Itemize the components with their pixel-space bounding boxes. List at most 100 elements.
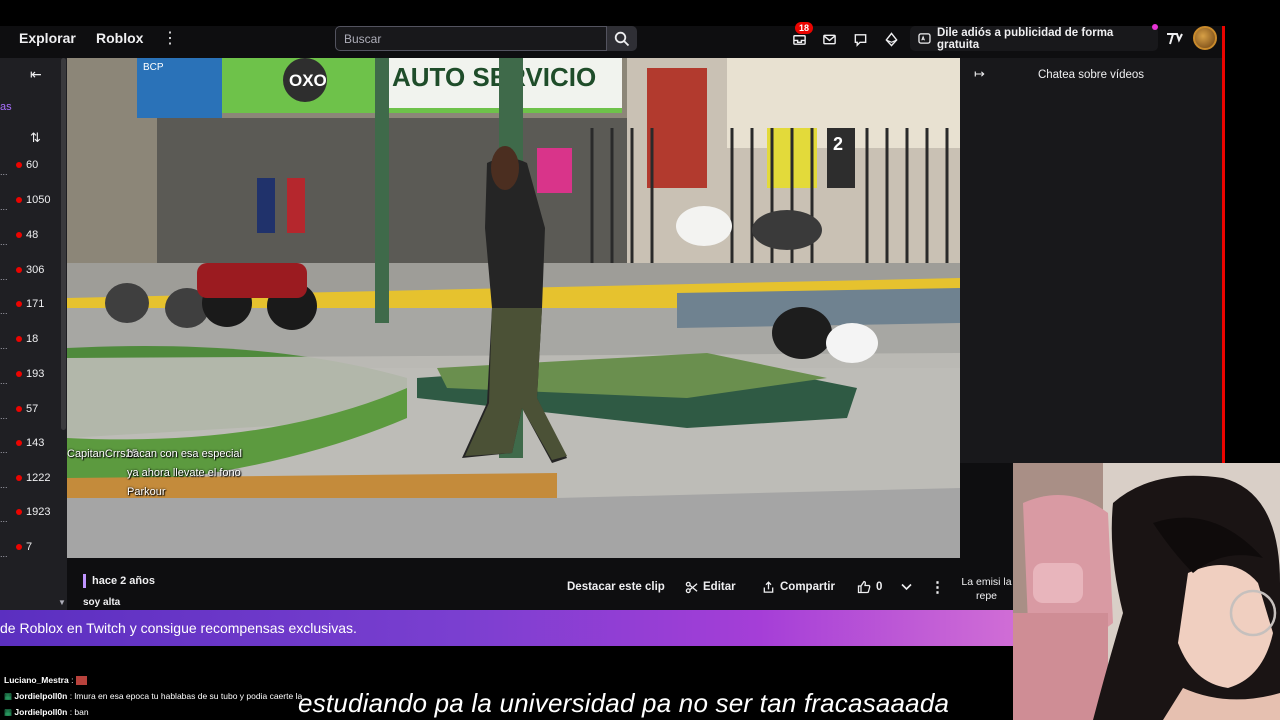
search-icon: [614, 31, 630, 46]
viewer-count: 60: [26, 159, 39, 171]
live-dot-icon: [16, 162, 22, 168]
video-chat-panel: ↦ Chatea sobre vídeos: [960, 58, 1222, 463]
promo-banner[interactable]: de Roblox en Twitch y consigue recompens…: [0, 610, 1013, 646]
chat-text: : lmura en esa epoca tu hablabas de su t…: [69, 691, 303, 701]
sidebar-partial-text: as: [0, 101, 12, 113]
chat-text: : ban: [69, 707, 89, 717]
chat-bubble-button[interactable]: [849, 28, 871, 50]
chat-bubble-icon: [854, 33, 866, 47]
chat-text: :: [71, 675, 74, 685]
mod-badge-icon: ▦: [4, 707, 13, 717]
thumbs-up-icon: [857, 580, 871, 594]
viewer-count: 143: [26, 437, 45, 449]
whispers-button[interactable]: [818, 28, 840, 50]
edit-label: Editar: [703, 581, 736, 593]
new-dot: [1152, 24, 1158, 30]
sort-icon[interactable]: ⇅: [30, 130, 41, 146]
webcam-image: [1013, 463, 1280, 720]
chat-username: Jordielpoll0n: [14, 707, 68, 717]
ad-free-button[interactable]: Dile adiós a publicidad de forma gratuit…: [910, 26, 1158, 51]
edit-button[interactable]: Editar: [679, 573, 742, 601]
live-dot-icon: [16, 440, 22, 446]
live-dot-icon: [16, 509, 22, 515]
channel-item[interactable]: ... 193: [0, 368, 44, 386]
mail-icon: [822, 34, 836, 44]
channel-item[interactable]: ... 1050: [0, 194, 51, 212]
mod-badge-icon: ▦: [4, 691, 13, 701]
channel-item[interactable]: ... 1923: [0, 506, 51, 524]
clip-info-bar: hace 2 años soy alta Destacar este clip …: [67, 558, 960, 610]
viewer-count: 1923: [26, 506, 51, 518]
viewer-count: 306: [26, 264, 45, 276]
live-dot-icon: [16, 301, 22, 307]
webcam-overlay: [1013, 463, 1280, 720]
live-dot-icon: [16, 232, 22, 238]
video-player[interactable]: BCP OXO AUTO SERVICIO 2 CapitanCrrs25 ba…: [67, 58, 960, 558]
nav-roblox[interactable]: Roblox: [96, 30, 143, 46]
live-dot-icon: [16, 406, 22, 412]
live-dot-icon: [16, 267, 22, 273]
channel-item[interactable]: ... 18: [0, 333, 39, 351]
channel-item[interactable]: ... 60: [0, 159, 39, 177]
channel-item[interactable]: ... 57: [0, 403, 39, 421]
viewer-count: 18: [26, 333, 39, 345]
right-gap: [1225, 26, 1280, 463]
overlay-chat-message: bacan con esa especial: [127, 448, 242, 460]
clip-title: soy alta: [83, 597, 121, 608]
nav-explorar[interactable]: Explorar: [19, 30, 76, 46]
like-button[interactable]: 0: [851, 573, 888, 601]
stream-overlay-bottom: Luciano_Mestra : ▦ Jordielpoll0n : lmura…: [0, 646, 1013, 720]
like-count: 0: [876, 581, 883, 593]
more-options-button[interactable]: ⋮: [924, 573, 951, 601]
followed-channels-sidebar: as ⇤ ⇅ ... 60 ... 1050 ... 48 ... 306 ... 171…: [0, 58, 67, 610]
overlay-chat-line: Luciano_Mestra :: [4, 675, 87, 686]
viewer-count: 57: [26, 403, 39, 415]
feature-clip-button[interactable]: Destacar este clip: [561, 573, 671, 601]
clip-age: hace 2 años: [92, 575, 155, 587]
sidebar-scrollbar[interactable]: [61, 58, 66, 430]
live-dot-icon: [16, 544, 22, 550]
notifications-badge: 18: [795, 22, 814, 34]
chat-replay-notice: La emisi la repe: [961, 576, 1012, 602]
overlay-chat-line: ▦ Jordielpoll0n : ban: [4, 707, 89, 718]
live-dot-icon: [16, 475, 22, 481]
chat-username: Jordielpoll0n: [14, 691, 68, 701]
emote-icon: [75, 676, 87, 686]
overlay-chat-line: ▦ Jordielpoll0n : lmura en esa epoca tu …: [4, 691, 302, 702]
scissors-icon: [685, 581, 698, 593]
channel-item[interactable]: ... 1222: [0, 472, 50, 490]
channel-item[interactable]: ... 7: [0, 541, 33, 559]
share-button[interactable]: Compartir: [756, 573, 841, 601]
viewer-count: 171: [26, 298, 45, 310]
subtitle-caption: estudiando pa la universidad pa no ser t…: [298, 688, 950, 718]
feature-clip-label: Destacar este clip: [567, 581, 665, 593]
live-dot-icon: [16, 336, 22, 342]
like-options-dropdown[interactable]: [895, 573, 923, 601]
bits-button[interactable]: [880, 28, 902, 50]
top-strip: [0, 0, 1280, 26]
user-avatar[interactable]: [1193, 26, 1217, 50]
collapse-sidebar-icon[interactable]: ⇤: [30, 66, 42, 83]
more-menu-icon[interactable]: ⋮: [162, 28, 178, 50]
ad-icon: [918, 33, 931, 44]
channel-item[interactable]: ... 143: [0, 437, 45, 455]
search-input[interactable]: [336, 27, 606, 50]
viewer-count: 7: [26, 541, 33, 553]
bits-gem-icon: [884, 31, 898, 47]
channel-item[interactable]: ... 171: [0, 298, 45, 316]
chevron-down-icon: [901, 583, 912, 591]
channel-item[interactable]: ... 48: [0, 229, 38, 247]
extension-button[interactable]: [1164, 28, 1186, 50]
channel-item[interactable]: ... 306: [0, 264, 45, 282]
seven-tv-icon: [1167, 33, 1183, 45]
video-chat-title: Chatea sobre vídeos: [1037, 69, 1145, 81]
search-box: [335, 26, 607, 51]
chat-username: Luciano_Mestra: [4, 675, 69, 685]
search-button[interactable]: [607, 26, 637, 51]
overlay-chat-message: Parkour: [127, 486, 166, 498]
live-dot-icon: [16, 197, 22, 203]
top-nav-bar: Explorar Roblox ⋮ 18 Dile adiós a public…: [0, 22, 1225, 58]
clip-accent-bar: [83, 574, 86, 588]
scroll-down-icon[interactable]: ▼: [58, 598, 66, 607]
viewer-count: 1050: [26, 194, 51, 206]
